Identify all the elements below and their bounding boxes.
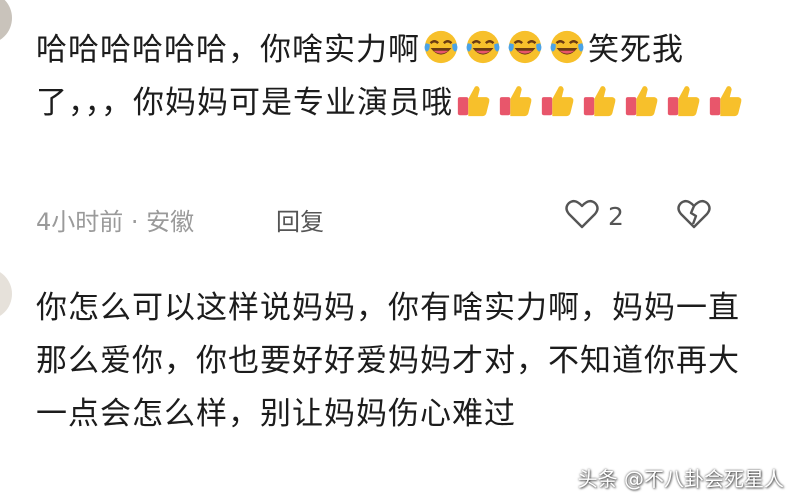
laughing-emoji-icon — [422, 28, 460, 66]
thumbs-up-icon — [623, 81, 661, 119]
laughing-emoji-icon — [548, 28, 586, 66]
comment-text: 你怎么可以这样说妈妈，你有啥实力啊，妈妈一直那么爱你，你也要好好爱妈妈才对，不知… — [36, 290, 740, 432]
thumbs-up-icon — [497, 81, 535, 119]
comment-meta: 4小时前 · 安徽 回复 2 — [36, 198, 760, 238]
laughing-emoji-icon — [464, 28, 502, 66]
watermark: 头条 @不八卦会死星人 — [577, 467, 784, 491]
comment-text: 哈哈哈哈哈哈，你啥实力啊 笑死我了，，，你妈妈可是专业演员哦 — [36, 24, 760, 130]
thumbs-up-icon — [707, 81, 745, 119]
thumbs-up-icon — [581, 81, 619, 119]
comment-time-location: 4小时前 · 安徽 — [36, 208, 195, 236]
thumbs-up-icon — [455, 81, 493, 119]
broken-heart-icon — [676, 199, 712, 234]
thumbs-up-icon — [665, 81, 703, 119]
laughing-emoji-icon — [506, 28, 544, 66]
like-button[interactable]: 2 — [564, 198, 624, 234]
thumbs-up-icon — [539, 81, 577, 119]
avatar[interactable] — [0, 0, 12, 44]
reply-button[interactable]: 回复 — [276, 202, 324, 237]
like-count: 2 — [608, 201, 624, 231]
dislike-button[interactable] — [676, 198, 712, 234]
heart-icon — [564, 198, 600, 234]
avatar[interactable] — [0, 268, 12, 320]
comment-text-part: 哈哈哈哈哈哈，你啥实力啊 — [36, 32, 420, 68]
